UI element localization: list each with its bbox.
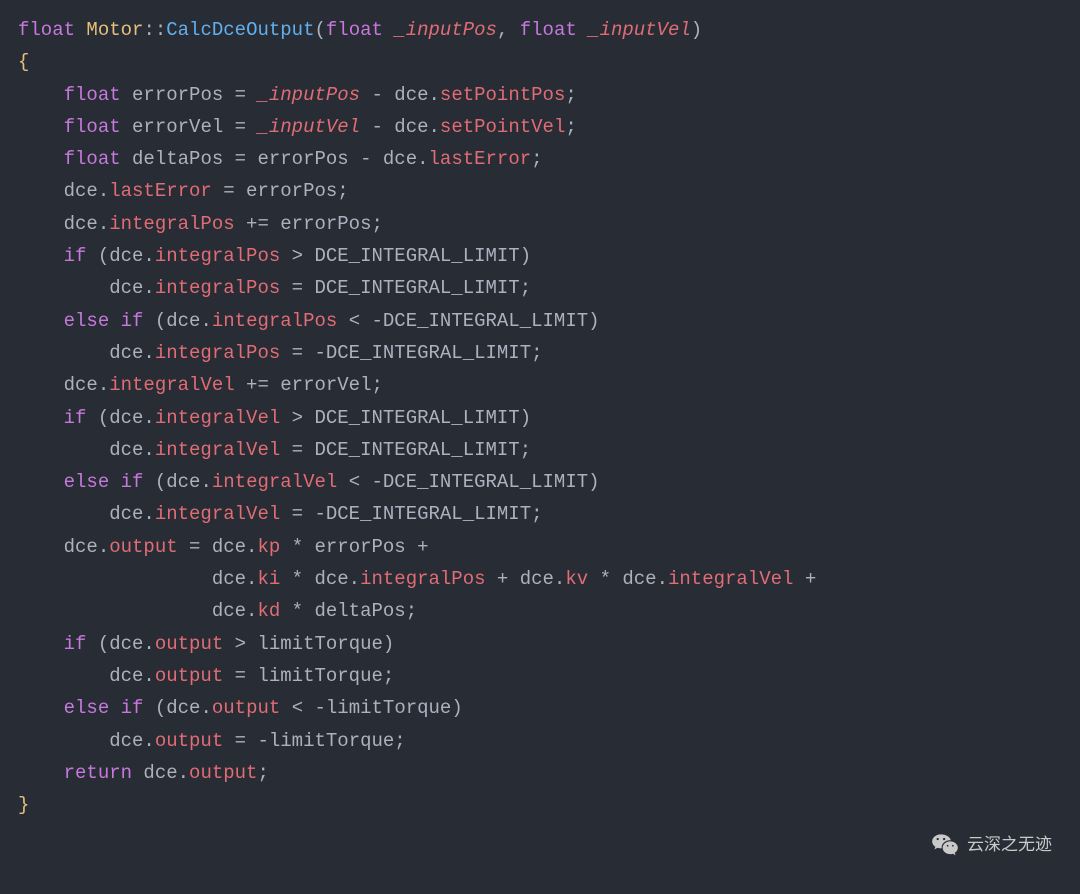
code-line-9: dce.integralPos = DCE_INTEGRAL_LIMIT; <box>18 272 1062 304</box>
watermark-text: 云深之无迹 <box>967 831 1052 860</box>
code-line-11: dce.integralPos = -DCE_INTEGRAL_LIMIT; <box>18 337 1062 369</box>
code-line-14: dce.integralVel = DCE_INTEGRAL_LIMIT; <box>18 434 1062 466</box>
code-line-19: dce.kd * deltaPos; <box>18 595 1062 627</box>
code-line-17: dce.output = dce.kp * errorPos + <box>18 531 1062 563</box>
code-line-23: dce.output = -limitTorque; <box>18 725 1062 757</box>
code-line-3: float errorPos = _inputPos - dce.setPoin… <box>18 79 1062 111</box>
code-line-20: if (dce.output > limitTorque) <box>18 628 1062 660</box>
watermark: 云深之无迹 <box>931 831 1052 860</box>
code-line-7: dce.integralPos += errorPos; <box>18 208 1062 240</box>
code-line-2: { <box>18 46 1062 78</box>
code-line-16: dce.integralVel = -DCE_INTEGRAL_LIMIT; <box>18 498 1062 530</box>
code-line-15: else if (dce.integralVel < -DCE_INTEGRAL… <box>18 466 1062 498</box>
code-line-10: else if (dce.integralPos < -DCE_INTEGRAL… <box>18 305 1062 337</box>
wechat-icon <box>931 832 959 860</box>
code-line-4: float errorVel = _inputVel - dce.setPoin… <box>18 111 1062 143</box>
code-line-8: if (dce.integralPos > DCE_INTEGRAL_LIMIT… <box>18 240 1062 272</box>
code-line-25: } <box>18 789 1062 821</box>
code-line-18: dce.ki * dce.integralPos + dce.kv * dce.… <box>18 563 1062 595</box>
code-line-24: return dce.output; <box>18 757 1062 789</box>
code-line-12: dce.integralVel += errorVel; <box>18 369 1062 401</box>
code-line-1: float Motor::CalcDceOutput(float _inputP… <box>18 14 1062 46</box>
code-line-5: float deltaPos = errorPos - dce.lastErro… <box>18 143 1062 175</box>
code-line-21: dce.output = limitTorque; <box>18 660 1062 692</box>
code-line-13: if (dce.integralVel > DCE_INTEGRAL_LIMIT… <box>18 402 1062 434</box>
code-editor: float Motor::CalcDceOutput(float _inputP… <box>18 14 1062 821</box>
code-line-6: dce.lastError = errorPos; <box>18 175 1062 207</box>
code-line-22: else if (dce.output < -limitTorque) <box>18 692 1062 724</box>
